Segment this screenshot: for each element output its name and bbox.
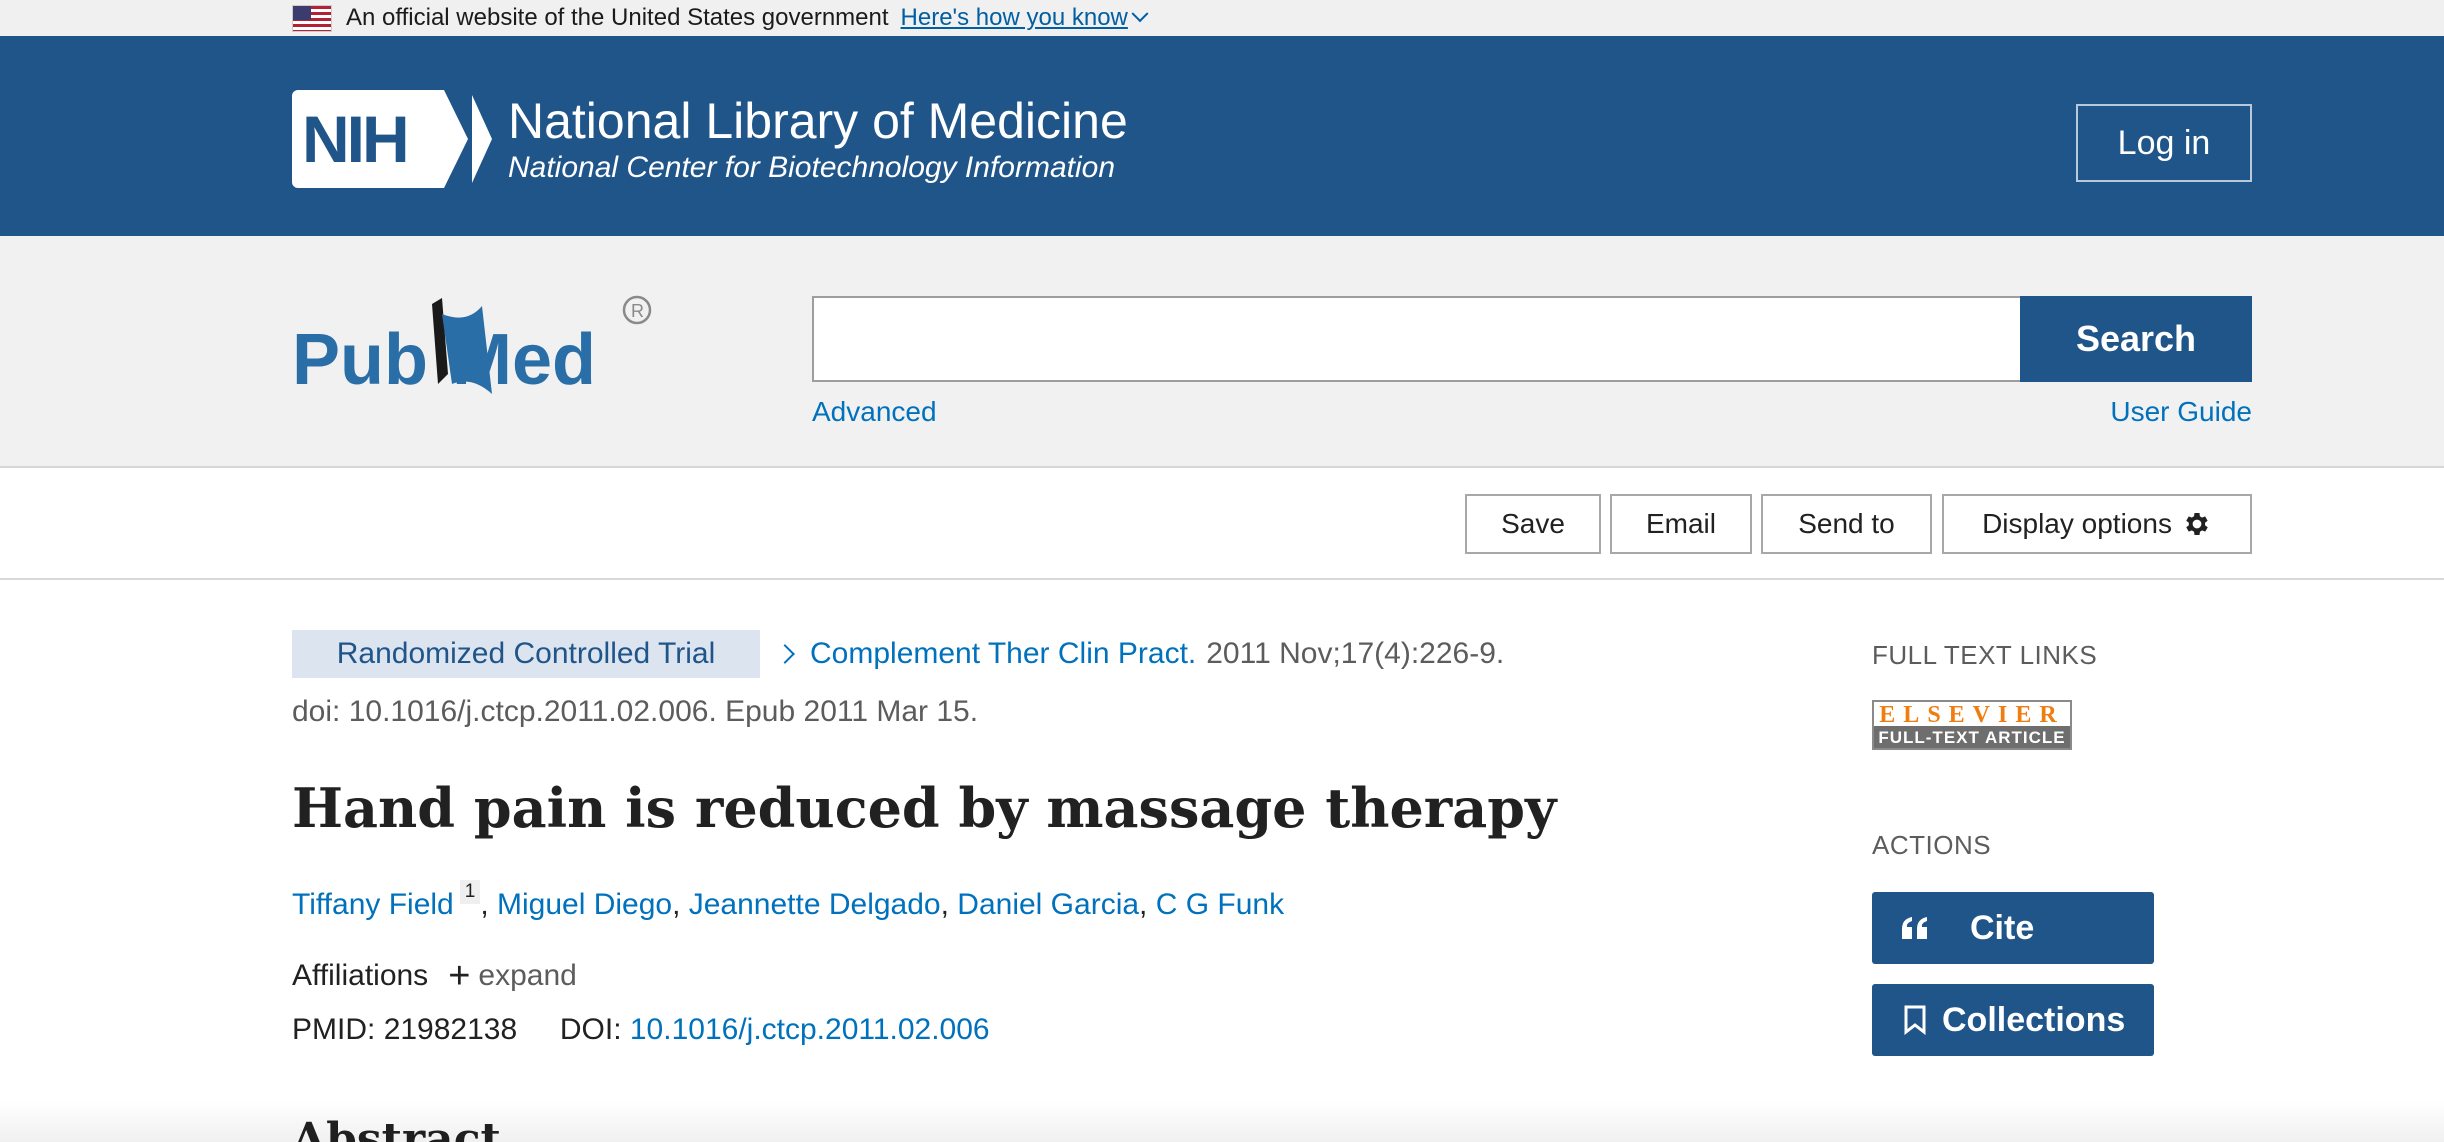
chevron-down-icon	[1131, 5, 1149, 23]
nih-logo-text: NIH	[302, 102, 410, 176]
advanced-search-link[interactable]: Advanced	[812, 396, 937, 428]
email-button[interactable]: Email	[1610, 494, 1752, 554]
doi-link[interactable]: 10.1016/j.ctcp.2011.02.006	[630, 1013, 990, 1046]
nlm-home-link[interactable]: NIH National Library of Medicine Nationa…	[292, 90, 1128, 188]
display-options-button[interactable]: Display options	[1942, 494, 2252, 554]
affiliations-row: Affiliations + expand	[292, 954, 577, 998]
nih-logo-arrow-icon	[444, 90, 468, 188]
nlm-subtitle: National Center for Biotechnology Inform…	[508, 151, 1116, 184]
svg-text:R: R	[631, 301, 644, 321]
author-link[interactable]: Daniel Garcia	[957, 888, 1139, 921]
display-options-label: Display options	[1982, 508, 2172, 539]
author-link[interactable]: Miguel Diego	[497, 888, 672, 921]
us-flag-icon	[292, 4, 332, 32]
quote-icon	[1896, 915, 1934, 941]
doi-line: doi: 10.1016/j.ctcp.2011.02.006. Epub 20…	[292, 695, 979, 728]
elsevier-full-text-label: FULL-TEXT ARTICLE	[1874, 726, 2070, 748]
pmid-label: PMID:	[292, 1013, 376, 1046]
elsevier-full-text-link[interactable]: ELSEVIER FULL-TEXT ARTICLE	[1872, 700, 2072, 750]
author-link[interactable]: C G Funk	[1156, 888, 1284, 921]
heres-how-you-know-link[interactable]: Here's how you know	[900, 4, 1149, 32]
user-guide-link[interactable]: User Guide	[2110, 396, 2252, 428]
article-action-bar: Save Email Send to Display options	[0, 468, 2444, 580]
expand-affiliations-button[interactable]: + expand	[448, 954, 577, 998]
send-to-button[interactable]: Send to	[1761, 494, 1932, 554]
author-list: Tiffany Field 1, Miguel Diego, Jeannette …	[292, 880, 1285, 921]
author-link[interactable]: Tiffany Field	[292, 888, 454, 921]
nlm-header: NIH National Library of Medicine Nationa…	[0, 36, 2444, 236]
full-text-links-heading: FULL TEXT LINKS	[1872, 640, 2098, 670]
doi-label: DOI:	[559, 1013, 622, 1046]
cite-label: Cite	[1970, 908, 2035, 947]
nih-logo: NIH	[292, 90, 444, 188]
expand-label: expand	[478, 959, 577, 992]
chevron-right-icon	[775, 644, 795, 664]
bookmark-icon	[1896, 1005, 1934, 1035]
pubmed-logo[interactable]: Pub Med R	[292, 284, 652, 414]
elsevier-logo-text: ELSEVIER	[1874, 702, 2070, 728]
actions-heading: ACTIONS	[1872, 830, 1992, 860]
affiliations-label: Affiliations	[292, 959, 429, 992]
affiliation-number[interactable]: 1	[459, 880, 481, 904]
gov-banner-text: An official website of the United States…	[346, 4, 889, 31]
save-button[interactable]: Save	[1465, 494, 1601, 554]
svg-text:Pub: Pub	[292, 320, 428, 400]
citation-text: 2011 Nov;17(4):226-9.	[1206, 637, 1505, 670]
gov-banner: An official website of the United States…	[0, 0, 2444, 36]
search-input[interactable]	[812, 296, 2022, 382]
search-button[interactable]: Search	[2020, 296, 2252, 382]
article-ids: PMID: 21982138 DOI: 10.1016/j.ctcp.2011.…	[292, 1008, 990, 1052]
collections-label: Collections	[1942, 1000, 2126, 1039]
abstract-heading: Abstract	[292, 1114, 501, 1142]
login-button[interactable]: Log in	[2076, 104, 2252, 182]
article-title: Hand pain is reduced by massage therapy	[292, 776, 1557, 840]
cite-button[interactable]: Cite	[1872, 892, 2154, 964]
plus-icon: +	[448, 955, 471, 997]
nlm-title: National Library of Medicine	[508, 93, 1128, 149]
nih-logo-arrow-icon	[472, 95, 492, 183]
publication-type-badge: Randomized Controlled Trial	[292, 630, 760, 678]
collections-button[interactable]: Collections	[1872, 984, 2154, 1056]
gear-icon	[2186, 513, 2208, 535]
heres-how-you-know-label: Here's how you know	[900, 4, 1128, 31]
author-link[interactable]: Jeannette Delgado	[689, 888, 941, 921]
citation-line: Complement Ther Clin Pract. 2011 Nov;17(…	[775, 630, 1505, 678]
pmid-value: 21982138	[383, 1013, 518, 1046]
svg-text:Med: Med	[452, 320, 596, 400]
search-area: Pub Med R Search Advanced User Guide	[0, 236, 2444, 468]
journal-link[interactable]: Complement Ther Clin Pract.	[810, 637, 1196, 671]
